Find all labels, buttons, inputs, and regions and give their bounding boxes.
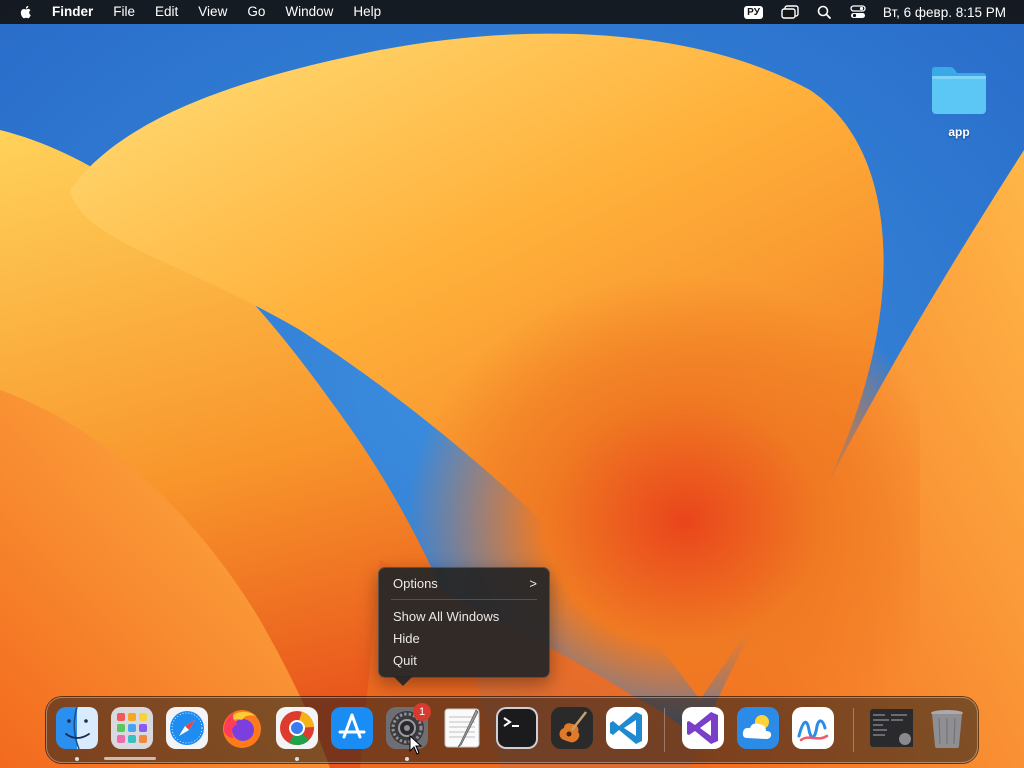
safari-icon[interactable] <box>165 706 209 750</box>
app-store-icon[interactable] <box>330 706 374 750</box>
finder-icon[interactable] <box>55 706 99 750</box>
control-center-icon[interactable] <box>849 4 867 20</box>
trash-icon[interactable] <box>925 706 969 750</box>
context-menu-pointer <box>393 676 413 686</box>
spotlight-search-icon[interactable] <box>815 4 833 20</box>
input-source-indicator[interactable]: РУ <box>744 5 763 19</box>
desktop-folder-app[interactable]: app <box>924 64 994 139</box>
dock-scroll-indicator <box>104 757 156 760</box>
menubar-clock[interactable]: Вт, 6 февр. 8:15 PM <box>883 5 1006 20</box>
running-indicator <box>75 757 79 761</box>
running-indicator <box>295 757 299 761</box>
menu-file[interactable]: File <box>103 0 145 24</box>
menu-item-quit[interactable]: Quit <box>393 651 537 671</box>
notification-badge: 1 <box>413 703 431 721</box>
screenshot-icon[interactable] <box>869 706 913 750</box>
stage-manager-icon[interactable] <box>781 4 799 20</box>
apple-icon[interactable] <box>18 4 34 20</box>
menu-help[interactable]: Help <box>343 0 391 24</box>
freeform-icon[interactable] <box>791 706 835 750</box>
dock-separator <box>853 708 854 752</box>
garageband-icon[interactable] <box>550 706 594 750</box>
desktop-folder-label: app <box>948 125 970 139</box>
folder-icon <box>932 67 986 114</box>
menu-window[interactable]: Window <box>275 0 343 24</box>
firefox-icon[interactable] <box>220 706 264 750</box>
chrome-icon[interactable] <box>275 706 319 750</box>
menu-separator <box>391 599 537 600</box>
menu-item-options[interactable]: Options > <box>393 574 537 594</box>
dock-separator <box>664 708 665 752</box>
textedit-icon[interactable] <box>440 706 484 750</box>
menu-edit[interactable]: Edit <box>145 0 188 24</box>
dock-context-menu: Options > Show All Windows Hide Quit <box>378 567 550 678</box>
menu-item-label: Options <box>393 576 438 591</box>
menu-view[interactable]: View <box>188 0 237 24</box>
visual-studio-icon[interactable] <box>681 706 725 750</box>
mouse-cursor-icon <box>409 735 423 755</box>
weather-icon[interactable] <box>736 706 780 750</box>
menu-go[interactable]: Go <box>237 0 275 24</box>
running-indicator <box>405 757 409 761</box>
vscode-icon[interactable] <box>605 706 649 750</box>
dock <box>46 697 978 763</box>
menu-item-show-all-windows[interactable]: Show All Windows <box>393 607 537 627</box>
chevron-right-icon: > <box>529 576 537 591</box>
menu-bar: Finder File Edit View Go Window Help РУ … <box>0 0 1024 24</box>
menu-finder[interactable]: Finder <box>46 0 103 24</box>
launchpad-icon[interactable] <box>110 706 154 750</box>
terminal-icon[interactable] <box>495 706 539 750</box>
menu-item-hide[interactable]: Hide <box>393 629 537 649</box>
